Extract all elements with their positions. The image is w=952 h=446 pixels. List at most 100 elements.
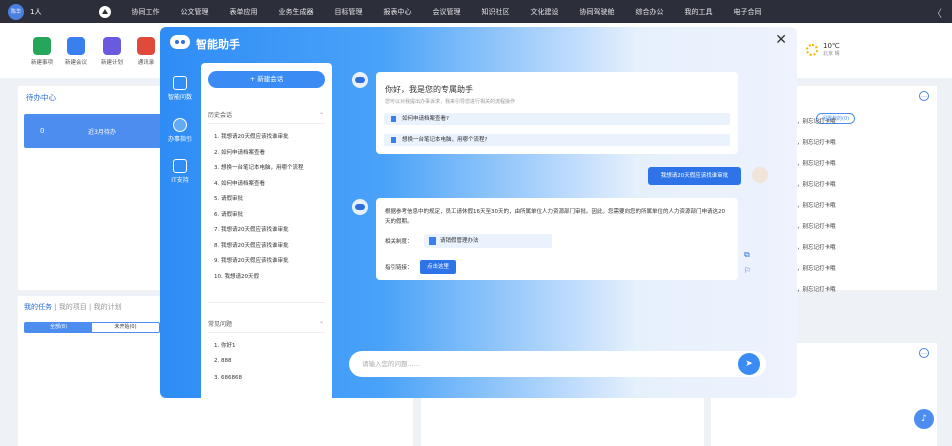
chat-icon xyxy=(173,76,187,90)
user-avatar xyxy=(752,167,768,183)
close-icon[interactable]: ✕ xyxy=(775,32,787,48)
greeting-card: 你好，我是您的专属助手 您可以对我提出办事诉求，我来引导您进行相关的流程操作 如… xyxy=(376,72,738,154)
suggestion-item[interactable]: 如何申请档案查看? xyxy=(384,113,730,125)
history-item[interactable]: 6. 请假审批 xyxy=(214,210,304,226)
bot-avatar xyxy=(352,72,368,88)
divider xyxy=(208,123,325,124)
question-input[interactable]: 请输入您的问题...... xyxy=(349,351,766,377)
avatar[interactable]: 陈华 xyxy=(8,3,24,20)
new-chat-button[interactable]: + 新建会话 xyxy=(208,71,325,88)
history-item[interactable]: 8. 我想请20天假应该找谁审批 xyxy=(214,241,304,257)
list-item[interactable]: ，别忘记打卡哦 xyxy=(797,201,836,222)
new-item-icon xyxy=(33,37,51,55)
suggestion-item[interactable]: 想换一台笔记本电脑，用哪个流程? xyxy=(384,134,730,146)
weather-widget: 10℃ 北京 晴 xyxy=(806,42,840,57)
logo-icon[interactable] xyxy=(99,5,112,18)
contacts-icon xyxy=(137,37,155,55)
related-label: 相关制度： xyxy=(385,239,413,245)
list-item[interactable]: ，别忘记打卡哦 xyxy=(797,180,836,201)
greeting-subtitle: 您可以对我提出办事诉求，我来引导您进行相关的流程操作 xyxy=(385,99,516,105)
quick-new-plan[interactable]: 新建计划 xyxy=(97,37,127,66)
nav-item[interactable]: 目标管理 xyxy=(334,7,362,17)
history-item[interactable]: 4. 如何申请档案查看 xyxy=(214,179,304,195)
new-plan-icon xyxy=(103,37,121,55)
history-item[interactable]: 7. 我想请20天假应该找谁审批 xyxy=(214,225,304,241)
history-item[interactable]: 9. 我想请20天假应该找谁审批 xyxy=(214,256,304,272)
more-icon[interactable]: … xyxy=(919,348,929,358)
related-doc-link[interactable]: 请销假管理办法 xyxy=(424,234,552,248)
history-sidebar: + 新建会话 历史会话 ⌄ 1. 我想请20天假应该找谁审批 2. 如何申请档案… xyxy=(201,63,332,398)
nav-item[interactable]: 报表中心 xyxy=(383,7,411,17)
nav-item[interactable]: 业务生成器 xyxy=(278,7,313,17)
chevron-down-icon[interactable]: ⌄ xyxy=(319,109,324,116)
nav-item[interactable]: 我的工具 xyxy=(684,7,712,17)
task-filter: 全部(8) 未开始(0) xyxy=(24,322,160,333)
guide-label: 指引链接： xyxy=(385,265,413,271)
chevron-down-icon[interactable]: ⌄ xyxy=(319,318,324,325)
nav-item[interactable]: 表单应用 xyxy=(229,7,257,17)
nav-guide[interactable]: 办事指引 xyxy=(164,118,196,143)
history-list: 1. 我想请20天假应该找谁审批 2. 如何申请档案查看 3. 想换一台笔记本电… xyxy=(214,132,304,287)
nav-it-support[interactable]: IT支持 xyxy=(164,159,196,184)
nav-item[interactable]: 综合办公 xyxy=(635,7,663,17)
bell-icon[interactable]: ♪ xyxy=(914,409,934,429)
faq-item[interactable]: 3. 686868 xyxy=(214,375,242,392)
nav-item[interactable]: 文化建设 xyxy=(530,7,558,17)
history-item[interactable]: 5. 请假审批 xyxy=(214,194,304,210)
task-tabs: 我的任务 | 我的项目 | 我的计划 xyxy=(24,303,122,311)
quick-contacts[interactable]: 通讯录 xyxy=(131,37,161,66)
collapse-icon[interactable]: 〈 xyxy=(932,5,942,20)
tab-my-plans[interactable]: 我的计划 xyxy=(94,303,122,311)
feedback-icon[interactable]: ⚐ xyxy=(744,266,751,275)
nav-item[interactable]: 协同工作 xyxy=(131,7,159,17)
faq-title: 常见问题 xyxy=(208,321,233,328)
bot-avatar xyxy=(352,199,368,215)
tab-my-projects[interactable]: 我的项目 xyxy=(59,303,87,311)
quick-new-meeting[interactable]: 新建会议 xyxy=(61,37,91,66)
pending-label: 近3月待办 xyxy=(88,129,116,136)
filter-all[interactable]: 全部(8) xyxy=(25,323,92,332)
reminder-list: ，别忘记打卡哦 ，别忘记打卡哦 ，别忘记打卡哦 ，别忘记打卡哦 ，别忘记打卡哦 … xyxy=(797,117,836,293)
answer-text: 根据参考信息中的规定，员工请休假16天至30天的，由所属单位人力资源部门审批。因… xyxy=(385,209,726,225)
faq-item[interactable]: 1. 你好1 xyxy=(214,341,242,358)
quick-new-item[interactable]: 新建事项 xyxy=(27,37,57,66)
nav-smart-query[interactable]: 智能问数 xyxy=(164,76,196,101)
pending-card[interactable]: 0 近3月待办 xyxy=(24,114,162,148)
route-icon xyxy=(173,118,187,132)
history-item[interactable]: 10. 我想请20天假 xyxy=(214,272,304,288)
top-bar: 陈华 1人 协同工作 公文管理 表单应用 业务生成器 目标管理 报表中心 会议管… xyxy=(0,0,952,23)
tab-my-tasks[interactable]: 我的任务 xyxy=(24,303,52,311)
city: 北京 晴 xyxy=(823,51,840,57)
list-item[interactable]: ，别忘记打卡哦 xyxy=(797,117,836,138)
sun-icon xyxy=(806,43,818,56)
list-item[interactable]: ，别忘记打卡哦 xyxy=(797,285,836,293)
history-item[interactable]: 2. 如何申请档案查看 xyxy=(214,148,304,164)
send-icon[interactable]: ➤ xyxy=(738,353,760,375)
list-item[interactable]: ，别忘记打卡哦 xyxy=(797,222,836,243)
nav-item[interactable]: 协同驾驶舱 xyxy=(579,7,614,17)
filter-not-started[interactable]: 未开始(0) xyxy=(92,323,159,332)
divider xyxy=(208,332,325,333)
list-item[interactable]: ，别忘记打卡哦 xyxy=(797,159,836,180)
copy-icon[interactable]: ⧉ xyxy=(744,250,750,260)
todo-title: 待办中心 xyxy=(26,93,56,102)
network-icon xyxy=(173,159,187,173)
guide-button[interactable]: 点击这里 xyxy=(420,260,456,274)
list-item[interactable]: ，别忘记打卡哦 xyxy=(797,264,836,285)
nav-item[interactable]: 公文管理 xyxy=(180,7,208,17)
temperature: 10℃ xyxy=(823,42,840,50)
nav-item[interactable]: 电子合同 xyxy=(733,7,761,17)
list-item[interactable]: ，别忘记打卡哦 xyxy=(797,243,836,264)
history-item[interactable]: 1. 我想请20天假应该找谁审批 xyxy=(214,132,304,148)
top-nav: 协同工作 公文管理 表单应用 业务生成器 目标管理 报表中心 会议管理 知识社区… xyxy=(131,7,782,17)
new-meeting-icon xyxy=(67,37,85,55)
greeting-title: 你好，我是您的专属助手 xyxy=(385,85,473,94)
faq-item[interactable]: 2. 888 xyxy=(214,358,242,375)
nav-item[interactable]: 知识社区 xyxy=(481,7,509,17)
history-item[interactable]: 3. 想换一台笔记本电脑，用哪个流程 xyxy=(214,163,304,179)
list-item[interactable]: ，别忘记打卡哦 xyxy=(797,138,836,159)
nav-item[interactable]: 会议管理 xyxy=(432,7,460,17)
more-icon[interactable]: … xyxy=(919,91,929,101)
pending-count: 0 xyxy=(40,127,45,135)
faq-list: 1. 你好1 2. 888 3. 686868 xyxy=(214,341,242,392)
